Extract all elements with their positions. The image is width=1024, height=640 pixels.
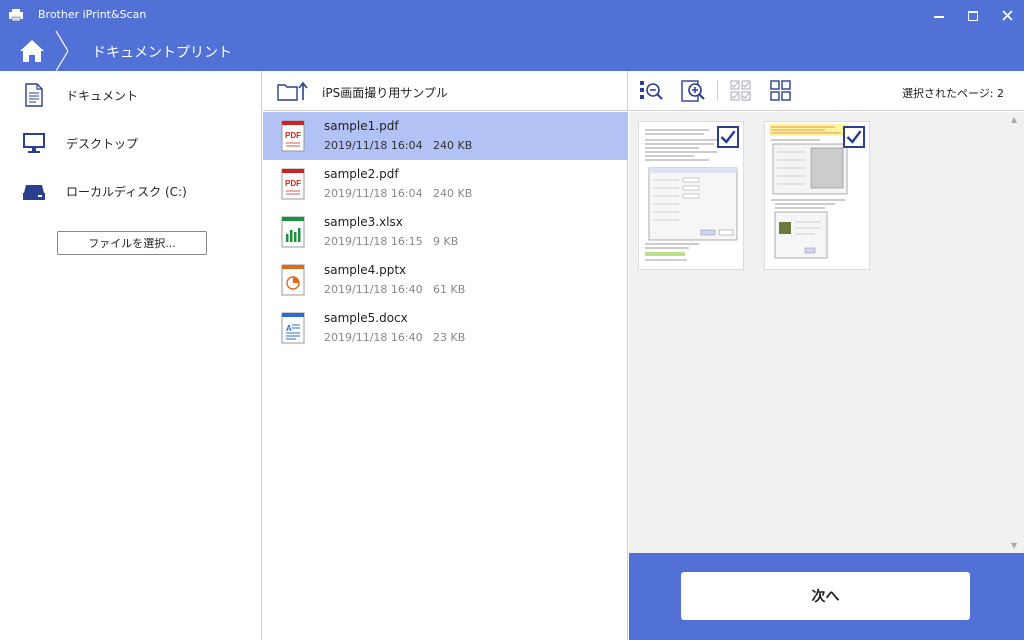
breadcrumb: ドキュメントプリント [0, 31, 1024, 71]
scroll-down-icon[interactable]: ▼ [1011, 541, 1017, 550]
file-name: sample3.xlsx [324, 215, 403, 229]
selected-pages-count: 選択されたページ: 2 [902, 87, 1004, 100]
file-date: 2019/11/18 16:04 [324, 139, 423, 152]
close-button[interactable] [990, 0, 1024, 31]
maximize-button[interactable] [956, 0, 990, 31]
page-thumbnails: ▲ ▼ [629, 112, 1024, 553]
file-date: 2019/11/18 16:40 [324, 283, 423, 296]
file-list-item[interactable]: PDF sample2.pdf 2019/11/18 16:04 240 KB [263, 160, 628, 208]
zoom-in-icon[interactable] [681, 79, 707, 103]
file-size: 240 KB [433, 139, 473, 152]
minimize-button[interactable] [922, 0, 956, 31]
home-button[interactable] [0, 31, 68, 71]
action-bar: 次へ [629, 553, 1024, 640]
file-name: sample4.pptx [324, 263, 407, 277]
file-list-item[interactable]: sample4.pptx 2019/11/18 16:40 61 KB [263, 256, 628, 304]
grid-view-icon[interactable] [769, 79, 795, 103]
file-list-item[interactable]: sample3.xlsx 2019/11/18 16:15 9 KB [263, 208, 628, 256]
scroll-up-icon[interactable]: ▲ [1011, 115, 1017, 124]
minimize-icon [934, 15, 944, 18]
svg-text:A: A [286, 324, 292, 333]
sidebar-item-label: ドキュメント [66, 89, 139, 103]
file-size: 23 KB [433, 331, 466, 344]
drive-icon [23, 185, 45, 200]
file-date: 2019/11/18 16:04 [324, 187, 423, 200]
sidebar-item-local-disk[interactable]: ローカルディスク (C:) [0, 171, 262, 211]
file-name: sample1.pdf [324, 119, 399, 133]
zoom-out-icon[interactable] [639, 79, 665, 103]
choose-file-button[interactable]: ファイルを選択... [57, 231, 207, 255]
file-list-item[interactable]: A sample5.docx 2019/11/18 16:40 23 KB [263, 304, 628, 352]
word-file-icon: A [281, 312, 305, 344]
page-thumbnail[interactable] [764, 121, 870, 270]
home-breadcrumb-shape [0, 31, 68, 71]
location-panel: ドキュメント デスクトップ ローカルディスク (C:) ファイルを選択... [0, 71, 262, 640]
file-size: 9 KB [433, 235, 459, 248]
file-name: sample2.pdf [324, 167, 399, 181]
sidebar-item-desktop[interactable]: デスクトップ [0, 123, 262, 163]
pdf-file-icon: PDF [281, 168, 305, 200]
folder-header: iPS画面撮り用サンプル [263, 71, 628, 111]
sidebar-item-label: ローカルディスク (C:) [66, 185, 187, 199]
pdf-file-icon: PDF [281, 120, 305, 152]
file-list-item[interactable]: PDF sample1.pdf 2019/11/18 16:04 240 KB [263, 112, 628, 160]
file-size: 61 KB [433, 283, 466, 296]
page-thumbnail[interactable] [638, 121, 744, 270]
toolbar-divider [717, 81, 718, 101]
maximize-icon [968, 10, 978, 21]
file-list-panel: iPS画面撮り用サンプル PDF sample1.pdf 2019/11/18 … [263, 71, 628, 640]
excel-file-icon [281, 216, 305, 248]
preview-panel: 選択されたページ: 2 ▲ ▼ 次へ [629, 71, 1024, 640]
printer-app-icon [9, 9, 23, 22]
file-date: 2019/11/18 16:40 [324, 331, 423, 344]
preview-scrollbar[interactable]: ▲ ▼ [1007, 112, 1024, 553]
file-date: 2019/11/18 16:15 [324, 235, 423, 248]
page-title: ドキュメントプリント [92, 45, 232, 61]
close-icon [1001, 10, 1013, 21]
title-bar: Brother iPrint&Scan [0, 0, 1024, 31]
folder-name: iPS画面撮り用サンプル [322, 86, 448, 100]
svg-text:PDF: PDF [285, 179, 301, 188]
window-title: Brother iPrint&Scan [38, 8, 147, 21]
file-name: sample5.docx [324, 311, 408, 325]
sidebar-item-label: デスクトップ [66, 137, 139, 151]
next-button[interactable]: 次へ [681, 572, 970, 620]
preview-toolbar: 選択されたページ: 2 [629, 71, 1024, 111]
page-checkbox-icon[interactable] [717, 126, 739, 148]
svg-text:PDF: PDF [285, 131, 301, 140]
select-all-icon[interactable] [729, 79, 755, 103]
monitor-icon [23, 133, 45, 153]
page-checkbox-icon[interactable] [843, 126, 865, 148]
powerpoint-file-icon [281, 264, 305, 296]
folder-up-icon[interactable] [277, 81, 309, 101]
document-icon [25, 83, 43, 107]
sidebar-item-documents[interactable]: ドキュメント [0, 75, 262, 115]
file-size: 240 KB [433, 187, 473, 200]
